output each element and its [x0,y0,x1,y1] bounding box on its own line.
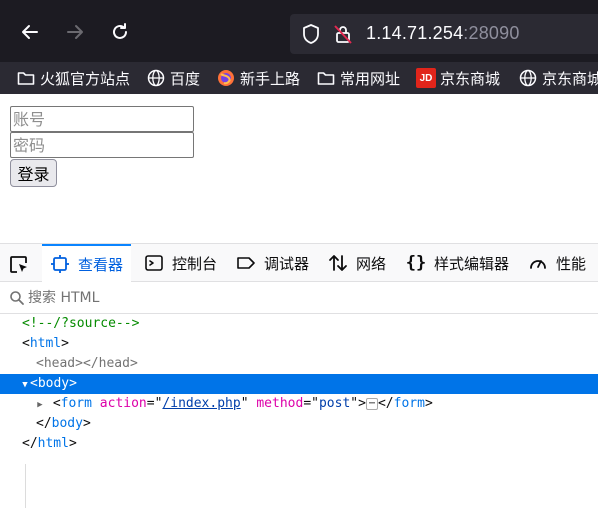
browser-toolbar: 1.14.71.254:28090 [0,0,598,62]
style-editor-icon: {} [405,253,427,273]
attr-value-link[interactable]: /index.php [162,396,240,411]
tag-name: form [60,396,92,411]
tree-node-head[interactable]: <head></head> [0,354,598,374]
tree-node-body-close[interactable]: </body> [0,414,598,434]
arrow-left-icon [22,25,38,39]
attr-value: post [318,396,351,411]
tab-network[interactable]: 网络 [328,244,386,282]
insecure-lock-icon[interactable] [332,23,354,45]
tag-name: body [51,416,83,431]
element-picker-icon[interactable] [8,254,30,276]
html-search [0,282,598,314]
tab-console[interactable]: 控制台 [144,244,217,282]
tab-label: 网络 [356,254,387,273]
bookmark-firefox-official[interactable]: 火狐官方站点 [16,66,130,90]
devtools-tabbar: 查看器 控制台 调试器 网络 {} 样式编辑器 性能 [0,244,598,282]
firefox-icon [216,68,236,88]
inspector-icon [50,254,70,274]
forward-button[interactable] [61,18,89,46]
tree-node-form[interactable]: ▶ <form action="/index.php" method="post… [0,394,598,414]
tag-name: form [393,396,425,411]
url-bar[interactable]: 1.14.71.254:28090 [290,14,598,54]
shield-icon[interactable] [300,23,322,45]
url-port: :28090 [463,23,520,43]
attr-name: action [99,396,147,411]
bookmark-label: 常用网址 [340,69,401,88]
attr-name: method [256,396,304,411]
username-input[interactable] [10,106,194,132]
url-text[interactable]: 1.14.71.254:28090 [366,23,520,44]
tag-name: body [37,376,70,391]
login-button[interactable]: 登录 [10,159,57,187]
back-button[interactable] [16,18,44,46]
tag-name: html [37,436,69,451]
bookmark-common-sites[interactable]: 常用网址 [316,66,400,90]
tab-debugger[interactable]: 调试器 [236,244,309,282]
console-icon [144,253,164,273]
tab-label: 查看器 [78,255,124,274]
bookmark-label: 百度 [170,69,201,88]
comment-text: <!--/?source--> [22,316,140,331]
collapsed-triangle-icon[interactable]: ▶ [35,395,45,415]
tree-node-html-close[interactable]: </html> [0,434,598,454]
password-input[interactable] [10,132,194,158]
tag-name: head [98,356,130,371]
bookmark-getting-started[interactable]: 新手上路 [216,66,300,90]
tree-guide-line [25,464,26,508]
tree-node-body-selected[interactable]: ▼ <body> [0,374,598,394]
tag-name: head [43,356,76,371]
tab-label: 控制台 [172,254,218,273]
collapsed-children-ellipsis[interactable]: ⋯ [365,397,378,410]
jd-icon: JD [416,68,436,88]
tab-inspector[interactable]: 查看器 [42,244,132,282]
bookmark-label: 新手上路 [240,69,301,88]
search-icon [10,291,24,305]
expanded-triangle-icon[interactable]: ▼ [20,375,30,395]
url-host: 1.14.71.254 [366,23,464,43]
tab-label: 调试器 [264,254,310,273]
tab-label: 样式编辑器 [434,254,510,273]
network-icon [328,253,348,273]
tab-label: 性能 [556,254,587,273]
devtools-panel: 查看器 控制台 调试器 网络 {} 样式编辑器 性能 <!--/?so [0,243,598,517]
bookmark-label: 京东商城 [440,69,501,88]
bookmark-jd-2[interactable]: 京东商城 [518,66,598,90]
arrow-right-icon [67,25,83,39]
page-content: 登录 [0,94,598,244]
tab-style-editor[interactable]: {} 样式编辑器 [406,244,509,282]
bookmarks-bar: 火狐官方站点 百度 新手上路 常用网址 JD 京东商城 京东商城 [0,62,598,94]
folder-icon [316,68,336,88]
debugger-icon [236,253,256,273]
tag-name: html [29,336,62,351]
globe-icon [146,68,166,88]
performance-icon [528,253,548,273]
bookmark-baidu[interactable]: 百度 [146,66,200,90]
reload-button[interactable] [106,18,134,46]
bookmark-label: 火狐官方站点 [40,69,131,88]
bookmark-label: 京东商城 [542,69,598,88]
tab-performance[interactable]: 性能 [528,244,586,282]
tree-node-html[interactable]: <html> [0,334,598,354]
search-html-input[interactable] [28,287,568,309]
globe-icon [518,68,538,88]
reload-icon [113,23,127,39]
bookmark-jd-1[interactable]: JD 京东商城 [416,66,500,90]
folder-icon [16,68,36,88]
tree-node-comment[interactable]: <!--/?source--> [0,314,598,334]
